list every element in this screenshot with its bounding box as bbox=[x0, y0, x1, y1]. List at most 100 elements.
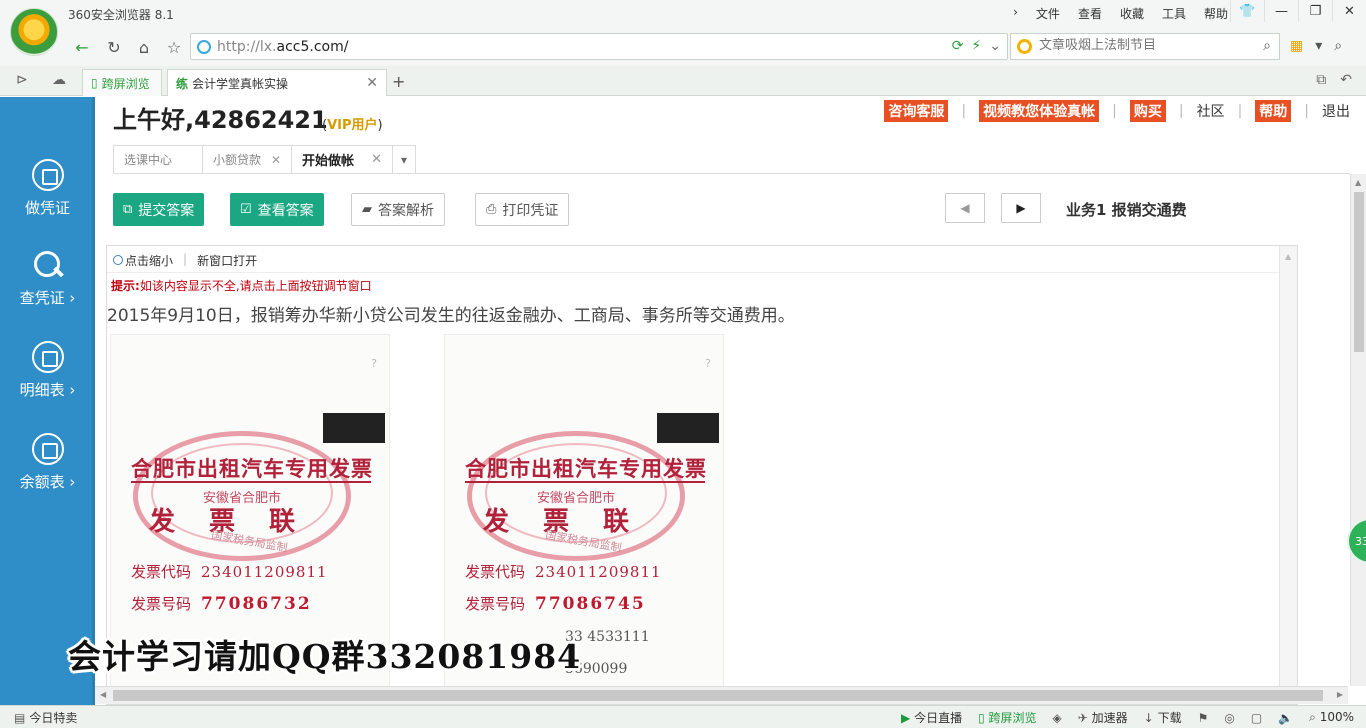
search-icon[interactable]: ⌕ bbox=[1263, 38, 1271, 54]
close-window-button[interactable]: ✕ bbox=[1332, 0, 1366, 22]
scroll-up-icon[interactable]: ▲ bbox=[1355, 178, 1361, 187]
undo-close-icon[interactable]: ↶ bbox=[1340, 72, 1352, 88]
zoom-level[interactable]: ⌕ 100% bbox=[1309, 710, 1354, 725]
invoice-number-row: 发票号码 77086745 bbox=[465, 594, 646, 614]
scroll-right-icon[interactable]: ▶ bbox=[1337, 690, 1343, 699]
cross-screen-link[interactable]: ▯ 跨屏浏览 bbox=[978, 709, 1036, 726]
zoom-out-icon bbox=[113, 255, 123, 265]
horizontal-scrollbar[interactable]: ◀ ▶ bbox=[95, 686, 1348, 704]
home-button[interactable]: ⌂ bbox=[132, 34, 156, 60]
window-icon[interactable]: ▢ bbox=[1251, 711, 1262, 725]
browser-icon[interactable]: ◎ bbox=[1224, 711, 1234, 725]
sidebar-item-balance[interactable]: 余额表 › bbox=[0, 433, 95, 492]
logout-link[interactable]: 退出 bbox=[1322, 101, 1350, 121]
tab-badge: 练 bbox=[176, 76, 189, 91]
favorite-star-icon[interactable]: ☆ bbox=[162, 34, 186, 60]
speed-mode-icon[interactable]: ⚡ bbox=[971, 38, 981, 54]
menu-more-icon[interactable]: › bbox=[1013, 5, 1018, 22]
sidebar-toggle-icon[interactable]: ⊳ bbox=[16, 72, 28, 88]
phone-icon: ▯ bbox=[978, 711, 985, 725]
vertical-scroll-thumb[interactable] bbox=[1354, 192, 1364, 352]
sub-tabs: 选课中心 小额贷款 ✕ 开始做帐 ✕ ▾ bbox=[113, 145, 417, 174]
refresh-button[interactable]: ↻ bbox=[102, 34, 126, 60]
skin-icon[interactable]: 👕 bbox=[1230, 0, 1264, 22]
accelerator-link[interactable]: ✈ 加速器 bbox=[1078, 709, 1128, 726]
search-box[interactable]: ⌕ bbox=[1010, 33, 1280, 60]
today-sale-link[interactable]: ▤ 今日特卖 bbox=[14, 709, 77, 726]
browser-menu: › 文件 查看 收藏 工具 帮助 bbox=[1013, 5, 1228, 22]
print-voucher-button[interactable]: ⎙ 打印凭证 bbox=[475, 193, 570, 226]
minimize-button[interactable]: — bbox=[1264, 0, 1298, 22]
tab-close-icon[interactable]: ✕ bbox=[366, 75, 378, 91]
subtab-close-icon[interactable]: ✕ bbox=[371, 152, 382, 167]
url-text: http://lx.acc5.com/ bbox=[217, 39, 349, 55]
restore-tabs-icon[interactable]: ⧉ bbox=[1316, 72, 1326, 88]
url-input[interactable]: http://lx.acc5.com/ ⟳ ⚡ ⌄ bbox=[190, 33, 1008, 60]
list-icon bbox=[31, 341, 64, 373]
scroll-up-icon[interactable]: ▲ bbox=[1285, 252, 1291, 261]
sidebar-item-make-voucher[interactable]: 做凭证 bbox=[0, 159, 95, 218]
download-icon: ↓ bbox=[1143, 711, 1154, 725]
invoice-number-row: 发票号码 77086732 bbox=[131, 594, 312, 614]
vip-badge: (VIP用户) bbox=[322, 118, 383, 133]
compat-mode-icon[interactable]: ⟳ bbox=[952, 38, 964, 54]
help-link[interactable]: 帮助 bbox=[1255, 100, 1292, 122]
browser-titlebar: 360安全浏览器 8.1 › 文件 查看 收藏 工具 帮助 👕 — ❐ ✕ bbox=[0, 0, 1366, 56]
business-description: 2015年9月10日，报销筹办华新小贷公司发生的往返金融办、工商局、事务所等交通… bbox=[107, 306, 795, 326]
subtab-course-center[interactable]: 选课中心 bbox=[113, 145, 203, 174]
phone-icon: ▯ bbox=[91, 76, 98, 90]
menu-tools[interactable]: 工具 bbox=[1162, 5, 1186, 22]
address-extra-tools: ▦ ▾ ⌕ bbox=[1290, 38, 1342, 54]
cloud-icon[interactable]: ☁ bbox=[52, 72, 66, 88]
next-business-button[interactable]: ▶ bbox=[1001, 193, 1041, 223]
search-voucher-icon bbox=[32, 249, 64, 281]
submit-answer-button[interactable]: ⧉ 提交答案 bbox=[113, 193, 205, 226]
consult-service-link[interactable]: 咨询客服 bbox=[884, 100, 949, 122]
apps-icon[interactable]: ▦ bbox=[1290, 38, 1303, 54]
subtab-close-icon[interactable]: ✕ bbox=[271, 153, 281, 167]
buy-link[interactable]: 购买 bbox=[1129, 100, 1166, 122]
apps-dropdown-icon[interactable]: ▾ bbox=[1315, 38, 1322, 54]
new-window-link[interactable]: 新窗口打开 bbox=[197, 252, 257, 269]
menu-file[interactable]: 文件 bbox=[1036, 5, 1060, 22]
promo-caption: 会计学习请加QQ群332081984 bbox=[68, 637, 582, 676]
volume-icon[interactable]: 🔈 bbox=[1278, 711, 1293, 725]
folder-icon: ▰ bbox=[362, 202, 372, 217]
menu-favorites[interactable]: 收藏 bbox=[1120, 5, 1144, 22]
maximize-button[interactable]: ❐ bbox=[1298, 0, 1332, 22]
horizontal-scroll-thumb[interactable] bbox=[113, 690, 1323, 701]
video-tutorial-link[interactable]: 视频教您体验真帐 bbox=[979, 100, 1100, 122]
sidebar-item-ledger[interactable]: 明细表 › bbox=[0, 341, 95, 400]
tab-label: 会计学堂真帐实操 bbox=[192, 76, 289, 91]
menu-view[interactable]: 查看 bbox=[1078, 5, 1102, 22]
search-engine-icon[interactable] bbox=[1017, 39, 1032, 54]
zoom-search-icon[interactable]: ⌕ bbox=[1334, 38, 1342, 54]
download-link[interactable]: ↓ 下载 bbox=[1144, 709, 1182, 726]
subtab-small-loan[interactable]: 小额贷款 ✕ bbox=[202, 145, 292, 174]
shield-icon[interactable]: ◈ bbox=[1053, 711, 1062, 725]
community-link[interactable]: 社区 bbox=[1197, 101, 1225, 121]
back-button[interactable]: ← bbox=[70, 34, 94, 60]
external-link-icon: ⧉ bbox=[123, 202, 133, 217]
hint-text: 提示:如该内容显示不全,请点击上面按钮调节窗口 bbox=[111, 279, 372, 293]
bookmark-icon[interactable]: ⚑ bbox=[1198, 711, 1209, 725]
subtab-start-bookkeeping[interactable]: 开始做帐 ✕ bbox=[291, 145, 393, 174]
tab-accounting[interactable]: 练 会计学堂真帐实操 ✕ bbox=[167, 69, 387, 96]
answer-analysis-button[interactable]: ▰ 答案解析 bbox=[351, 193, 445, 226]
subtab-dropdown-icon[interactable]: ▾ bbox=[392, 145, 417, 174]
menu-help[interactable]: 帮助 bbox=[1204, 5, 1228, 22]
zoom-out-link[interactable]: 点击缩小 bbox=[113, 252, 173, 269]
sidebar-item-search-voucher[interactable]: 查凭证 › bbox=[0, 249, 95, 308]
scroll-left-icon[interactable]: ◀ bbox=[100, 690, 106, 699]
search-input[interactable] bbox=[1039, 38, 1249, 53]
vertical-scrollbar[interactable]: ▲ bbox=[1350, 174, 1366, 686]
prev-business-button[interactable]: ◀ bbox=[945, 193, 985, 223]
voucher-icon bbox=[31, 159, 64, 191]
browser-logo-icon bbox=[10, 8, 58, 56]
frame-scrollbar[interactable]: ▲ bbox=[1279, 246, 1297, 704]
new-tab-icon[interactable]: + bbox=[392, 72, 405, 91]
url-dropdown-icon[interactable]: ⌄ bbox=[989, 38, 1001, 54]
view-answer-button[interactable]: ☑ 查看答案 bbox=[230, 193, 324, 226]
live-link[interactable]: ▶ 今日直播 bbox=[901, 709, 962, 726]
tab-cross-screen[interactable]: ▯ 跨屏浏览 bbox=[82, 69, 162, 96]
